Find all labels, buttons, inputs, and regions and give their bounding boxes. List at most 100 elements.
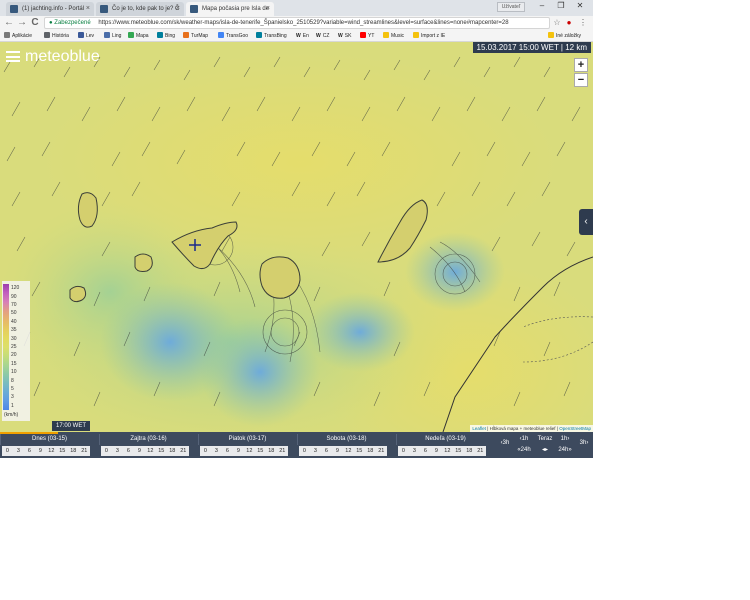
legend-tick: 35 [11,327,17,334]
hour-button[interactable]: 3 [408,446,420,456]
side-panel-toggle[interactable]: ‹ [579,209,593,235]
hour-button[interactable]: 18 [463,446,475,456]
bookmark-music[interactable]: Music [383,32,404,41]
hour-button[interactable]: 15 [353,446,365,456]
hour-button[interactable]: 21 [276,446,288,456]
osm-link[interactable]: OpenStreetMap [559,426,591,431]
hour-button[interactable]: 9 [232,446,244,456]
bookmark-ling[interactable]: Ling [104,32,121,41]
hour-button[interactable]: 9 [430,446,442,456]
now-button[interactable]: Teraz [535,435,555,443]
hour-button[interactable]: 6 [221,446,233,456]
minimize-icon[interactable]: – [533,1,551,10]
reload-button[interactable]: C [29,17,41,29]
hour-button[interactable]: 0 [2,446,13,456]
menu-icon[interactable]: ⋮ [578,18,588,28]
extension-icon[interactable]: ● [564,18,574,28]
folder-icon [383,32,389,38]
day-tomorrow[interactable]: Zajtra (03-16) [99,434,197,445]
close-tab-icon[interactable]: × [86,2,90,16]
bookmark-bing[interactable]: Bing [157,32,175,41]
hour-button[interactable]: 3 [12,446,24,456]
bookmark-mapa[interactable]: Mapa [128,32,149,41]
hour-button[interactable]: 15 [254,446,266,456]
hour-button[interactable]: 3 [210,446,222,456]
leaflet-link[interactable]: Leaflet [472,426,486,431]
hour-button[interactable]: 6 [23,446,35,456]
hour-button[interactable]: 6 [419,446,431,456]
hour-button[interactable]: 21 [78,446,90,456]
bookmark-lev[interactable]: Lev [78,32,94,41]
chevron-right-icon: › [567,436,570,442]
back-button[interactable]: ← [3,17,15,29]
meteoblue-logo[interactable]: meteoblue [6,48,100,66]
bookmark-turmap[interactable]: TurMap [183,32,208,41]
forward-button[interactable]: → [16,17,28,29]
day-saturday[interactable]: Sobota (03-18) [297,434,395,445]
legend-tick: 20 [11,352,17,359]
hour-button[interactable]: 0 [200,446,211,456]
step-forward-24h[interactable]: 24h» [554,446,576,454]
bookmark-cz[interactable]: W CZ [316,32,329,41]
hour-button[interactable]: 15 [56,446,68,456]
hour-button[interactable]: 9 [133,446,145,456]
play-arrows-icon[interactable]: ◂▸ [535,446,555,454]
bookmark-import-ie[interactable]: Import z IE [413,32,445,41]
close-tab-icon[interactable]: × [176,2,180,16]
day-today[interactable]: Dnes (03-15) [0,434,98,445]
hour-button[interactable]: 12 [144,446,156,456]
tab-co-je-to[interactable]: Čo je to, kde pak to je? Č × [96,2,184,16]
hour-button[interactable]: 21 [375,446,387,456]
zoom-out-button[interactable]: − [574,73,588,87]
step-back-3h[interactable]: ‹3h [498,439,512,447]
hour-button[interactable]: 15 [452,446,464,456]
hour-button[interactable]: 12 [243,446,255,456]
bookmark-apps[interactable]: Aplikácie [4,32,32,41]
weather-map[interactable]: meteoblue 15.03.2017 15:00 WET | 12 km +… [0,42,593,432]
close-tab-icon[interactable]: × [266,2,270,16]
bookmark-transgoo[interactable]: TransGoo [218,32,248,41]
hour-button[interactable]: 3 [111,446,123,456]
bookmark-transbing[interactable]: TransBing [256,32,287,41]
bookmark-history[interactable]: História [44,32,69,41]
day-sunday[interactable]: Nedeľa (03-19) [396,434,494,445]
hour-button[interactable]: 9 [34,446,46,456]
bookmark-en[interactable]: W En [296,32,309,41]
tab-meteoblue[interactable]: Mapa počasia pre Isla de × [186,2,274,16]
zoom-in-button[interactable]: + [574,58,588,72]
legend-color-bar [3,284,9,410]
step-forward-3h[interactable]: 3h› [576,439,592,447]
hour-button[interactable]: 3 [309,446,321,456]
tab-strip: (1) jachting.info - Portál × Čo je to, k… [0,0,593,16]
step-back-1h[interactable]: ‹1h [515,435,533,443]
hour-button[interactable]: 0 [398,446,409,456]
hour-button[interactable]: 12 [45,446,57,456]
maximize-icon[interactable]: ❐ [552,1,570,10]
tab-jachting[interactable]: (1) jachting.info - Portál × [6,2,94,16]
hour-button[interactable]: 0 [299,446,310,456]
hour-button[interactable]: 9 [331,446,343,456]
hour-button[interactable]: 12 [441,446,453,456]
bookmark-yt[interactable]: YT [360,32,374,41]
hour-button[interactable]: 18 [364,446,376,456]
hour-button[interactable]: 15 [155,446,167,456]
step-back-24h[interactable]: «24h [513,446,535,454]
bookmark-sk[interactable]: W SK [338,32,351,41]
hour-button[interactable]: 21 [177,446,189,456]
star-icon[interactable]: ☆ [552,18,562,28]
hour-button[interactable]: 18 [67,446,79,456]
day-friday[interactable]: Piatok (03-17) [198,434,296,445]
hour-button[interactable]: 21 [474,446,486,456]
profile-button[interactable]: Užívateľ [497,2,525,12]
close-window-icon[interactable]: ✕ [571,1,589,10]
hour-button[interactable]: 6 [320,446,332,456]
other-bookmarks[interactable]: Iné záložky [548,32,581,41]
hour-button[interactable]: 18 [265,446,277,456]
hour-button[interactable]: 12 [342,446,354,456]
address-bar[interactable]: ● Zabezpečené https://www.meteoblue.com/… [44,17,550,29]
hour-button[interactable]: 0 [101,446,112,456]
hour-button[interactable]: 6 [122,446,134,456]
hamburger-menu-icon[interactable] [6,51,20,62]
step-forward-1h[interactable]: 1h› [556,435,574,443]
hour-button[interactable]: 18 [166,446,178,456]
